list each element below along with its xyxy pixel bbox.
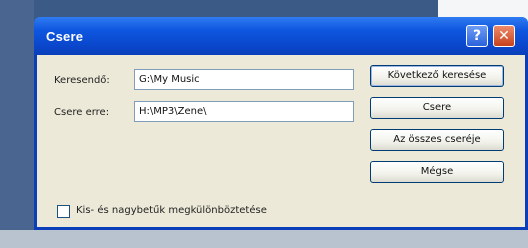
replace-with-label: Csere erre:: [54, 107, 110, 118]
dialog-title: Csere: [46, 29, 84, 44]
background-strip: [0, 230, 528, 248]
replace-all-button[interactable]: Az összes cseréje: [370, 129, 504, 151]
title-bar[interactable]: Csere ? ✕: [34, 17, 528, 55]
close-button[interactable]: ✕: [493, 25, 515, 47]
match-case-checkbox[interactable]: [57, 205, 70, 218]
replace-with-input[interactable]: H:\MP3\Zene\: [134, 101, 354, 122]
match-case-label: Kis- és nagybetűk megkülönböztetése: [76, 205, 267, 216]
find-what-label: Keresendő:: [54, 75, 110, 86]
background-panel: [0, 0, 34, 248]
help-button[interactable]: ?: [466, 25, 488, 47]
replace-dialog: Csere ? ✕ Keresendő: G:\My Music Csere e…: [34, 17, 528, 230]
find-next-button[interactable]: Következő keresése: [370, 65, 504, 87]
find-what-input[interactable]: G:\My Music: [134, 69, 354, 90]
close-icon: ✕: [498, 28, 510, 44]
cancel-button[interactable]: Mégse: [370, 161, 504, 183]
dialog-body: Keresendő: G:\My Music Csere erre: H:\MP…: [37, 55, 525, 227]
replace-button[interactable]: Csere: [370, 97, 504, 119]
help-icon: ?: [472, 28, 482, 44]
